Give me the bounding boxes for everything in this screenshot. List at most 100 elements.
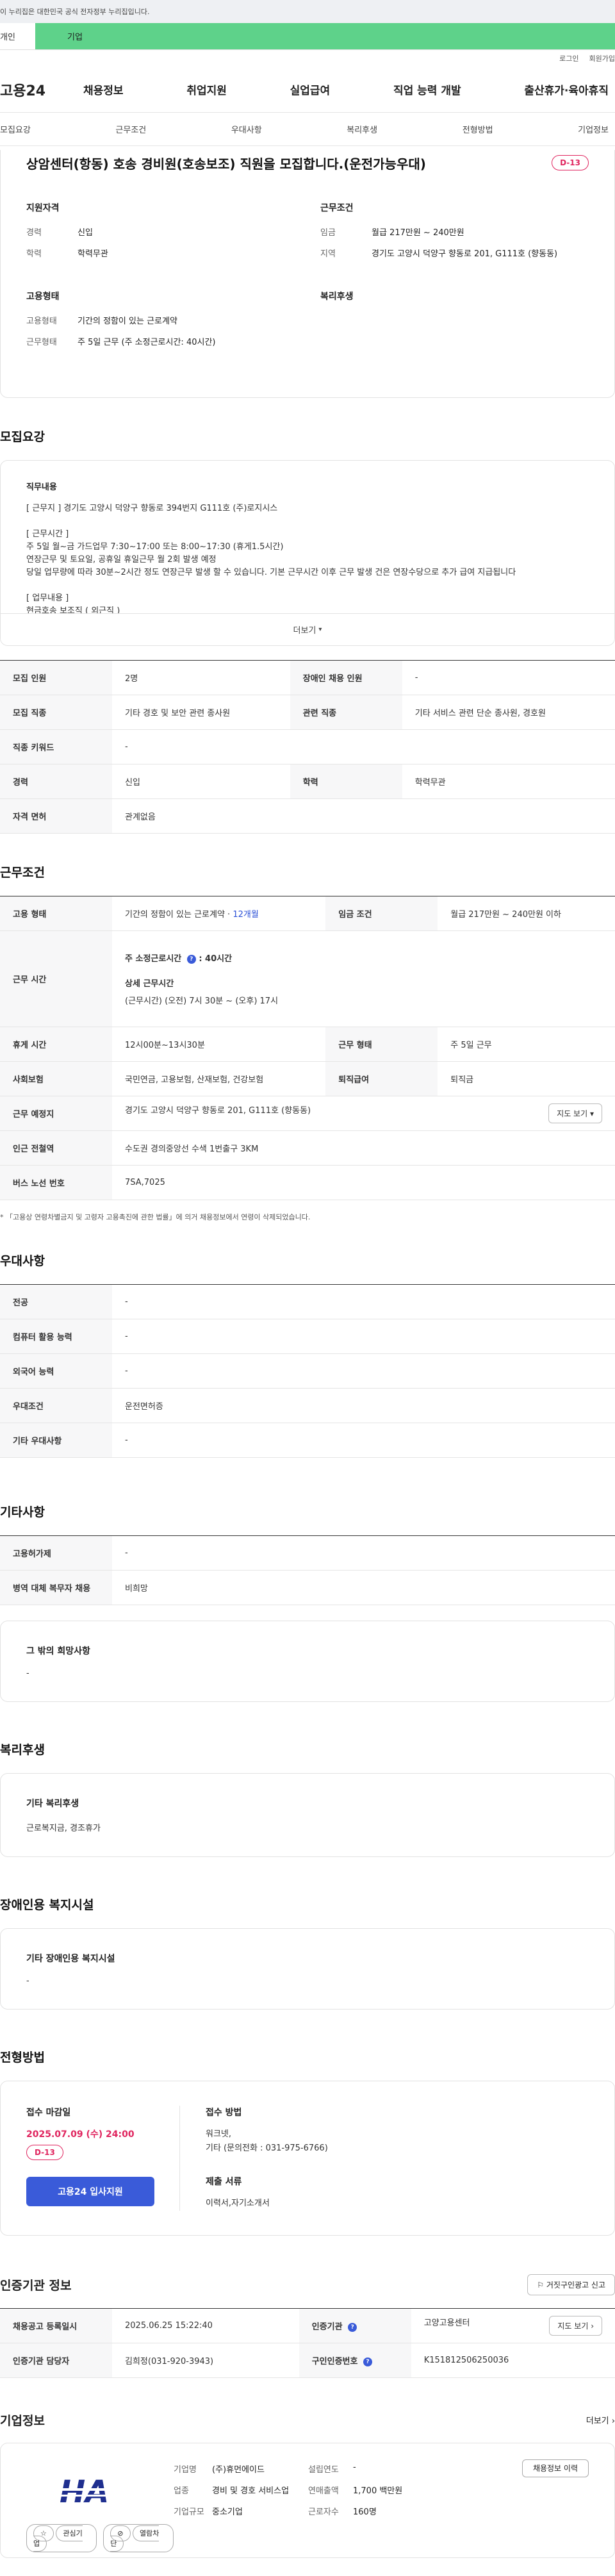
gnb-menu-parental-leave[interactable]: 출산휴가·육아휴직 bbox=[524, 81, 609, 97]
tab-business[interactable]: 기업 bbox=[35, 23, 615, 49]
etc-section-title: 기타사항 bbox=[0, 1505, 45, 1519]
tab-individual[interactable]: 개인 bbox=[0, 23, 35, 49]
gnb-menu-unemployment-benefit[interactable]: 실업급여 bbox=[290, 81, 331, 97]
method-line: 워크넷, bbox=[206, 2129, 232, 2139]
duty-line: 당일 업무량에 따라 30분~2시간 정도 연장근무 발생 할 수 있습니다. … bbox=[26, 568, 516, 577]
block-company-button[interactable]: ⊘ 열람차단 bbox=[103, 2524, 174, 2552]
recruit-section-title: 모집요강 bbox=[0, 430, 45, 444]
table-row: 전공 - bbox=[0, 1284, 615, 1319]
subnav-recruit[interactable]: 모집요강 bbox=[0, 123, 31, 135]
subnav-work-conditions[interactable]: 근무조건 bbox=[115, 123, 146, 135]
label: 인근 전철역 bbox=[0, 1130, 112, 1166]
subnav-selection[interactable]: 전형방법 bbox=[463, 123, 493, 135]
duty-line: [ 업무내용 ] bbox=[26, 593, 69, 603]
disabled-card: 기타 장애인용 복지시설 - bbox=[0, 1928, 615, 2010]
weekly-hours-value: : 40시간 bbox=[199, 954, 233, 964]
cert-section-title: 인증기관 정보 bbox=[0, 2279, 72, 2293]
value: 160명 bbox=[353, 2507, 377, 2517]
gov-banner: 이 누리집은 대한민국 공식 전자정부 누리집입니다. bbox=[0, 0, 615, 23]
map-button[interactable]: 지도 보기 ▾ bbox=[548, 1103, 602, 1123]
signup-link[interactable]: 회원가입 bbox=[589, 53, 615, 63]
table-row: 고용 형태 기간의 정함이 있는 근로계약 · 12개월 임금 조건 월급 21… bbox=[0, 896, 615, 931]
duty-more-button[interactable]: 더보기 ▾ bbox=[1, 613, 614, 645]
subnav-company[interactable]: 기업정보 bbox=[578, 123, 609, 135]
company-section-title: 기업정보 bbox=[0, 2414, 45, 2428]
value: 퇴직금 bbox=[438, 1061, 615, 1096]
value: 학력무관 bbox=[402, 764, 615, 799]
duty-more-label: 더보기 bbox=[293, 626, 316, 636]
gnb-menu-job-info[interactable]: 채용정보 bbox=[83, 81, 124, 97]
value: - bbox=[112, 1353, 615, 1389]
cert-header: 인증기관 정보 ⚐ 거짓구인광고 신고 bbox=[0, 2274, 615, 2295]
gnb-menu-employment-support[interactable]: 취업지원 bbox=[186, 81, 227, 97]
value: 관계없음 bbox=[112, 798, 615, 834]
info-icon[interactable]: ? bbox=[363, 2357, 372, 2366]
value: 수도권 경의중앙선 수색 1번출구 3KM bbox=[112, 1130, 615, 1166]
label: 학력 bbox=[290, 764, 402, 799]
cert-org-label: 인증기관 bbox=[311, 2322, 343, 2332]
table-row: 근무 예정지 경기도 고양시 덕양구 향동로 201, G111호 (향동동) … bbox=[0, 1096, 615, 1131]
value: 운전면허증 bbox=[112, 1388, 615, 1423]
cert-number-label: 구인인증번호 bbox=[311, 2357, 358, 2366]
table-row: 휴게 시간 12시00분~13시30분 근무 형태 주 5일 근무 bbox=[0, 1027, 615, 1062]
summary-employment-title: 고용형태 bbox=[26, 292, 60, 302]
gnb-menu-job-skills[interactable]: 직업 능력 개발 bbox=[393, 81, 461, 97]
login-link[interactable]: 로그인 bbox=[559, 53, 578, 63]
company-more-link[interactable]: 더보기 › bbox=[586, 2414, 615, 2426]
dday-badge: D-13 bbox=[26, 2145, 63, 2160]
value: 월급 217만원 ~ 240만원 이하 bbox=[438, 896, 615, 931]
report-icon: ⚐ bbox=[537, 2281, 545, 2290]
value: 경비 및 경호 서비스업 bbox=[212, 2486, 290, 2496]
label: 고용허가제 bbox=[0, 1535, 112, 1571]
table-row: 경력 신입 학력 학력무관 bbox=[0, 764, 615, 799]
value: 경기도 고양시 덕양구 향동로 201, G111호 (향동동) 지도 보기 ▾ bbox=[112, 1096, 615, 1131]
welfare-card: 기타 복리후생 근로복지금, 경조휴가 bbox=[0, 1773, 615, 1857]
value: - bbox=[353, 2463, 356, 2472]
value: 주 5일 근무 bbox=[438, 1027, 615, 1062]
label: 근무 예정지 bbox=[0, 1096, 112, 1131]
duty-card: 직무내용 [ 근무지 ] 경기도 고양시 덕양구 향동로 394번지 G111호… bbox=[0, 460, 615, 646]
label: 사회보험 bbox=[0, 1061, 112, 1096]
apply-button[interactable]: 고용24 입사지원 bbox=[26, 2177, 154, 2206]
table-row: 컴퓨터 활용 능력 - bbox=[0, 1319, 615, 1354]
subnav-preferences[interactable]: 우대사항 bbox=[231, 123, 262, 135]
label: 근로자수 bbox=[308, 2507, 339, 2517]
value: 학력무관 bbox=[78, 249, 108, 259]
value: 1,700 백만원 bbox=[353, 2486, 403, 2496]
value: - bbox=[402, 660, 615, 695]
value: 7SA,7025 bbox=[112, 1165, 615, 1200]
favorite-company-button[interactable]: ☆ 관심기업 bbox=[26, 2524, 97, 2552]
etc-table: 고용허가제 - 병역 대체 복무자 채용 비희망 bbox=[0, 1535, 615, 1605]
table-row: 병역 대체 복무자 채용 비희망 bbox=[0, 1570, 615, 1605]
hiring-history-button[interactable]: 채용정보 이력 bbox=[521, 2459, 589, 2477]
method-title: 접수 방법 bbox=[206, 2108, 242, 2118]
table-row: 인증기관 담당자 김희정(031-920-3943) 구인인증번호 ? K151… bbox=[0, 2343, 615, 2378]
label: 기업규모 bbox=[174, 2507, 204, 2517]
detail-hours-title: 상세 근무시간 bbox=[125, 979, 174, 989]
company-info: 기업명 (주)휴먼에이드 설립연도 - 업종 경비 및 경호 서비스업 연매출액 1,7… bbox=[174, 2463, 522, 2538]
table-row: 버스 노선 번호 7SA,7025 bbox=[0, 1165, 615, 1200]
company-header: 기업정보 더보기 › bbox=[0, 2411, 615, 2429]
info-icon[interactable]: ? bbox=[348, 2322, 357, 2332]
label: 근무 형태 bbox=[325, 1027, 438, 1062]
hope-title: 그 밖의 희망사항 bbox=[26, 1646, 90, 1656]
value: - bbox=[112, 729, 615, 764]
label: 임금 bbox=[320, 228, 336, 238]
table-row: 기타 우대사항 - bbox=[0, 1423, 615, 1458]
org-map-button[interactable]: 지도 보기 › bbox=[549, 2316, 602, 2336]
label: 컴퓨터 활용 능력 bbox=[0, 1319, 112, 1354]
report-fake-ad-button[interactable]: ⚐ 거짓구인광고 신고 bbox=[527, 2274, 615, 2295]
site-logo[interactable]: 고용24 bbox=[0, 79, 83, 100]
value: 국민연금, 고용보험, 산재보험, 건강보험 bbox=[112, 1061, 326, 1096]
value: 신입 bbox=[78, 228, 93, 238]
value: K151812506250036 bbox=[411, 2343, 615, 2378]
value: 김희정(031-920-3943) bbox=[112, 2343, 299, 2378]
subnav-welfare[interactable]: 복리후생 bbox=[347, 123, 377, 135]
summary-qualification: 지원자격 경력 신입 학력 학력무관 bbox=[26, 201, 295, 268]
label: 우대조건 bbox=[0, 1388, 112, 1423]
info-icon[interactable]: ? bbox=[186, 954, 196, 964]
value: 신입 bbox=[112, 764, 290, 799]
value: 월급 217만원 ~ 240만원 bbox=[372, 228, 464, 238]
label: 연매출액 bbox=[308, 2486, 339, 2496]
summary-welfare-title: 복리후생 bbox=[320, 292, 354, 302]
